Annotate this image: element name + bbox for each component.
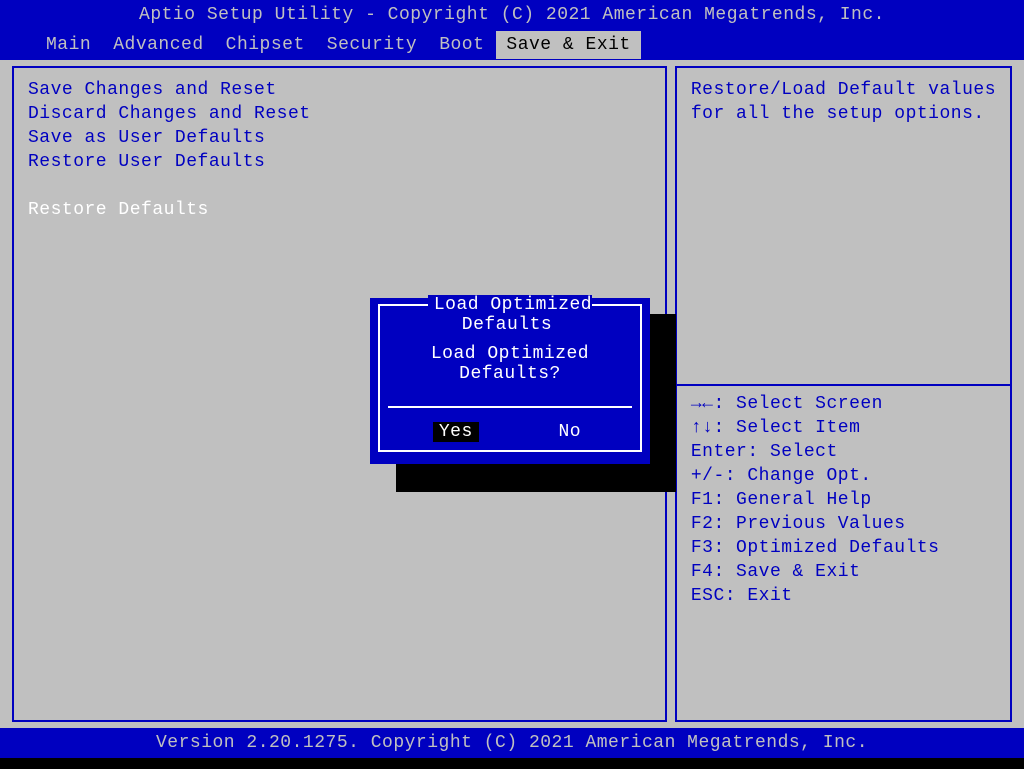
footer-bar: Version 2.20.1275. Copyright (C) 2021 Am… (0, 728, 1024, 758)
dialog-no-button[interactable]: No (553, 422, 588, 442)
title-text: Aptio Setup Utility - Copyright (C) 2021… (139, 5, 885, 25)
menu-chipset[interactable]: Chipset (216, 31, 315, 59)
help-description: Restore/Load Default values for all the … (691, 78, 996, 378)
opt-discard-changes-reset[interactable]: Discard Changes and Reset (28, 102, 651, 126)
menu-advanced[interactable]: Advanced (103, 31, 213, 59)
key-enter: Enter: Select (691, 440, 996, 464)
key-select-item: ↑↓: Select Item (691, 416, 996, 440)
key-f3: F3: Optimized Defaults (691, 536, 996, 560)
opt-restore-defaults[interactable]: Restore Defaults (28, 198, 651, 222)
spacer (28, 174, 651, 198)
arrow-lr-icon: →← (691, 394, 714, 414)
key-f1: F1: General Help (691, 488, 996, 512)
confirm-dialog: Load Optimized Defaults Load Optimized D… (370, 298, 650, 464)
arrow-ud-icon: ↑↓ (691, 418, 714, 438)
menu-main[interactable]: Main (36, 31, 101, 59)
key-f2: F2: Previous Values (691, 512, 996, 536)
menu-bar: Main Advanced Chipset Security Boot Save… (0, 30, 1024, 60)
dialog-frame: Load Optimized Defaults Load Optimized D… (378, 304, 642, 452)
dialog-yes-button[interactable]: Yes (433, 422, 479, 442)
key-change: +/-: Change Opt. (691, 464, 996, 488)
dialog-title-row: Load Optimized Defaults (380, 295, 640, 307)
menu-boot[interactable]: Boot (429, 31, 494, 59)
keymap: →←: Select Screen ↑↓: Select Item Enter:… (691, 392, 996, 608)
menu-save-exit[interactable]: Save & Exit (496, 31, 640, 59)
opt-restore-user-defaults[interactable]: Restore User Defaults (28, 150, 651, 174)
footer-text: Version 2.20.1275. Copyright (C) 2021 Am… (156, 733, 868, 753)
key-f4: F4: Save & Exit (691, 560, 996, 584)
key-select-screen: →←: Select Screen (691, 392, 996, 416)
key-esc: ESC: Exit (691, 584, 996, 608)
menu-security[interactable]: Security (317, 31, 427, 59)
help-line-1: Restore/Load Default values (691, 78, 996, 102)
dialog-buttons: Yes No (380, 408, 640, 444)
help-divider (677, 384, 1010, 386)
help-line-2: for all the setup options. (691, 102, 996, 126)
opt-save-user-defaults[interactable]: Save as User Defaults (28, 126, 651, 150)
help-panel: Restore/Load Default values for all the … (675, 66, 1012, 722)
opt-save-changes-reset[interactable]: Save Changes and Reset (28, 78, 651, 102)
title-bar: Aptio Setup Utility - Copyright (C) 2021… (0, 0, 1024, 30)
